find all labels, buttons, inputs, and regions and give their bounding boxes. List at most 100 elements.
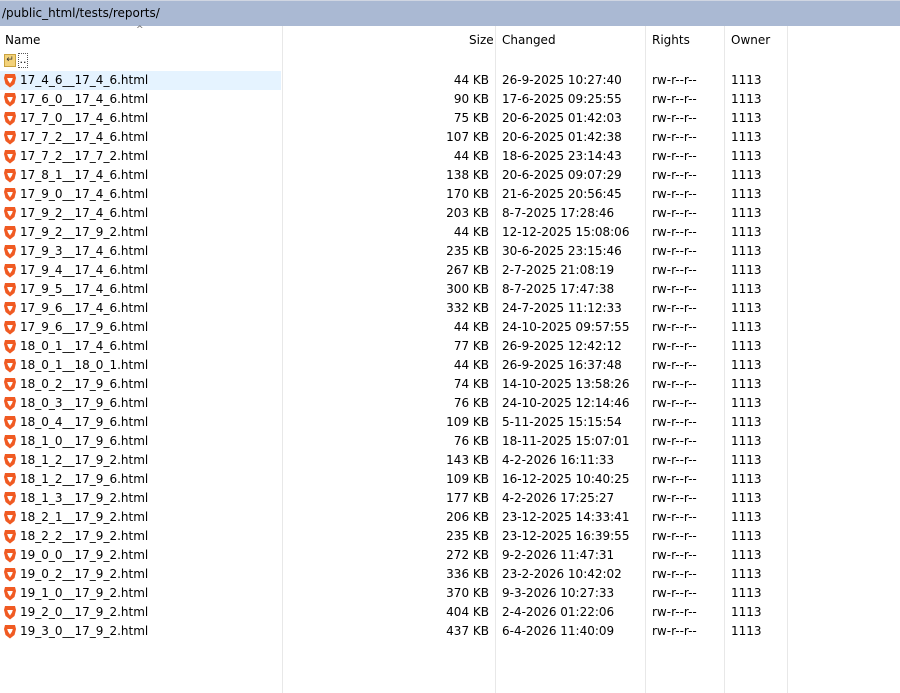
file-row[interactable]: 19_3_0__17_9_2.html 437 KB 6-4-2026 11:40:…: [0, 622, 900, 641]
file-changed: 4-2-2026 16:11:33: [502, 453, 615, 467]
file-row[interactable]: 17_9_3__17_4_6.html 235 KB 30-6-2025 23:15…: [0, 242, 900, 261]
brave-browser-html-icon: [3, 168, 17, 183]
file-size: 76 KB: [453, 434, 489, 448]
column-changed-header[interactable]: Changed: [502, 26, 556, 54]
file-rights: rw-r--r--: [652, 415, 697, 429]
brave-browser-html-icon: [3, 225, 17, 240]
file-row[interactable]: 18_1_2__17_9_2.html 143 KB 4-2-2026 16:11:…: [0, 451, 900, 470]
file-row[interactable]: 17_6_0__17_4_6.html 90 KB 17-6-2025 09:25:…: [0, 90, 900, 109]
file-name: 17_9_5__17_4_6.html: [20, 282, 149, 296]
file-name: 18_0_1__18_0_1.html: [20, 358, 149, 372]
file-rights: rw-r--r--: [652, 472, 697, 486]
file-name: 17_9_4__17_4_6.html: [20, 263, 149, 277]
file-owner: 1113: [731, 73, 762, 87]
file-rights: rw-r--r--: [652, 149, 697, 163]
file-row[interactable]: 17_9_0__17_4_6.html 170 KB 21-6-2025 20:56…: [0, 185, 900, 204]
file-row[interactable]: 18_2_1__17_9_2.html 206 KB 23-12-2025 14:3…: [0, 508, 900, 527]
file-rights: rw-r--r--: [652, 567, 697, 581]
file-row[interactable]: 17_4_6__17_4_6.html 44 KB 26-9-2025 10:27:…: [0, 71, 900, 90]
file-changed: 26-9-2025 16:37:48: [502, 358, 622, 372]
file-name: 19_3_0__17_9_2.html: [20, 624, 149, 638]
file-row[interactable]: 18_0_1__17_4_6.html 77 KB 26-9-2025 12:42:…: [0, 337, 900, 356]
brave-browser-html-icon: [3, 92, 17, 107]
column-owner-header[interactable]: Owner: [731, 26, 770, 54]
file-rights: rw-r--r--: [652, 339, 697, 353]
brave-browser-html-icon: [3, 244, 17, 259]
column-name-header[interactable]: Name: [5, 26, 40, 54]
file-row[interactable]: 17_9_6__17_9_6.html 44 KB 24-10-2025 09:57…: [0, 318, 900, 337]
file-owner: 1113: [731, 320, 762, 334]
file-row[interactable]: 17_7_0__17_4_6.html 75 KB 20-6-2025 01:42:…: [0, 109, 900, 128]
file-changed: 18-6-2025 23:14:43: [502, 149, 622, 163]
file-changed: 6-4-2026 11:40:09: [502, 624, 615, 638]
file-rights: rw-r--r--: [652, 358, 697, 372]
brave-browser-html-icon: [3, 301, 17, 316]
file-name: 17_9_3__17_4_6.html: [20, 244, 149, 258]
file-row[interactable]: 18_1_0__17_9_6.html 76 KB 18-11-2025 15:07…: [0, 432, 900, 451]
file-size: 437 KB: [446, 624, 489, 638]
parent-directory-row[interactable]: ↵ ..: [0, 52, 900, 71]
column-header: ^ Name Size Changed Rights Owner: [0, 25, 900, 54]
file-name: 18_0_3__17_9_6.html: [20, 396, 149, 410]
file-row[interactable]: 18_0_3__17_9_6.html 76 KB 24-10-2025 12:14…: [0, 394, 900, 413]
column-size-header[interactable]: Size: [469, 26, 494, 54]
file-name: 18_1_2__17_9_2.html: [20, 453, 149, 467]
file-owner: 1113: [731, 282, 762, 296]
file-row[interactable]: 17_9_2__17_9_2.html 44 KB 12-12-2025 15:08…: [0, 223, 900, 242]
brave-browser-html-icon: [3, 472, 17, 487]
file-changed: 4-2-2026 17:25:27: [502, 491, 615, 505]
file-row[interactable]: 17_8_1__17_4_6.html 138 KB 20-6-2025 09:07…: [0, 166, 900, 185]
file-changed: 16-12-2025 10:40:25: [502, 472, 630, 486]
file-rights: rw-r--r--: [652, 510, 697, 524]
file-row[interactable]: 17_9_6__17_4_6.html 332 KB 24-7-2025 11:12…: [0, 299, 900, 318]
file-row[interactable]: 17_7_2__17_4_6.html 107 KB 20-6-2025 01:42…: [0, 128, 900, 147]
file-rights: rw-r--r--: [652, 529, 697, 543]
file-row[interactable]: 19_0_0__17_9_2.html 272 KB 9-2-2026 11:47:…: [0, 546, 900, 565]
file-size: 109 KB: [446, 472, 489, 486]
file-rights: rw-r--r--: [652, 377, 697, 391]
file-row[interactable]: 19_2_0__17_9_2.html 404 KB 2-4-2026 01:22:…: [0, 603, 900, 622]
file-name: 17_7_0__17_4_6.html: [20, 111, 149, 125]
file-changed: 14-10-2025 13:58:26: [502, 377, 630, 391]
file-owner: 1113: [731, 529, 762, 543]
file-row[interactable]: 18_1_3__17_9_2.html 177 KB 4-2-2026 17:25:…: [0, 489, 900, 508]
file-name: 17_8_1__17_4_6.html: [20, 168, 149, 182]
file-size: 370 KB: [446, 586, 489, 600]
file-owner: 1113: [731, 472, 762, 486]
file-row[interactable]: 17_9_5__17_4_6.html 300 KB 8-7-2025 17:47:…: [0, 280, 900, 299]
file-changed: 9-2-2026 11:47:31: [502, 548, 615, 562]
path-bar[interactable]: /public_html/tests/reports/: [0, 0, 900, 26]
file-size: 75 KB: [453, 111, 489, 125]
file-row[interactable]: 17_9_4__17_4_6.html 267 KB 2-7-2025 21:08:…: [0, 261, 900, 280]
file-name: 19_0_2__17_9_2.html: [20, 567, 149, 581]
file-changed: 24-10-2025 09:57:55: [502, 320, 630, 334]
file-changed: 18-11-2025 15:07:01: [502, 434, 630, 448]
file-changed: 20-6-2025 09:07:29: [502, 168, 622, 182]
brave-browser-html-icon: [3, 206, 17, 221]
file-row[interactable]: 18_2_2__17_9_2.html 235 KB 23-12-2025 16:3…: [0, 527, 900, 546]
brave-browser-html-icon: [3, 548, 17, 563]
column-rights-header[interactable]: Rights: [652, 26, 690, 54]
file-changed: 8-7-2025 17:47:38: [502, 282, 615, 296]
file-changed: 2-7-2025 21:08:19: [502, 263, 615, 277]
file-name: 17_9_2__17_9_2.html: [20, 225, 149, 239]
file-name: 17_7_2__17_7_2.html: [20, 149, 149, 163]
file-size: 336 KB: [446, 567, 489, 581]
file-size: 74 KB: [453, 377, 489, 391]
file-owner: 1113: [731, 111, 762, 125]
file-owner: 1113: [731, 263, 762, 277]
file-row[interactable]: 19_0_2__17_9_2.html 336 KB 23-2-2026 10:42…: [0, 565, 900, 584]
file-size: 235 KB: [446, 529, 489, 543]
file-size: 107 KB: [446, 130, 489, 144]
file-rights: rw-r--r--: [652, 624, 697, 638]
file-row[interactable]: 17_7_2__17_7_2.html 44 KB 18-6-2025 23:14:…: [0, 147, 900, 166]
file-row[interactable]: 19_1_0__17_9_2.html 370 KB 9-3-2026 10:27:…: [0, 584, 900, 603]
file-row[interactable]: 17_9_2__17_4_6.html 203 KB 8-7-2025 17:28:…: [0, 204, 900, 223]
file-row[interactable]: 18_0_4__17_9_6.html 109 KB 5-11-2025 15:15…: [0, 413, 900, 432]
file-row[interactable]: 18_0_1__18_0_1.html 44 KB 26-9-2025 16:37:…: [0, 356, 900, 375]
brave-browser-html-icon: [3, 320, 17, 335]
file-changed: 21-6-2025 20:56:45: [502, 187, 622, 201]
file-name: 17_6_0__17_4_6.html: [20, 92, 149, 106]
file-row[interactable]: 18_0_2__17_9_6.html 74 KB 14-10-2025 13:58…: [0, 375, 900, 394]
file-row[interactable]: 18_1_2__17_9_6.html 109 KB 16-12-2025 10:4…: [0, 470, 900, 489]
